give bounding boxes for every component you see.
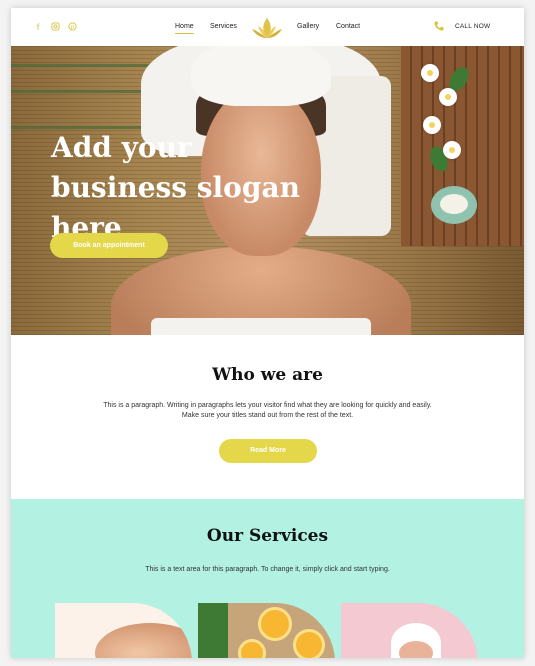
face-photo <box>399 641 433 658</box>
head-towel <box>191 46 331 106</box>
who-we-are-paragraph: This is a paragraph. Writing in paragrap… <box>81 401 454 421</box>
svg-text:p: p <box>71 25 74 31</box>
services-title: Our Services <box>206 526 329 546</box>
orange-slice <box>238 639 266 658</box>
frangipani-flower <box>439 88 457 106</box>
read-more-button[interactable]: Read More <box>219 439 317 463</box>
instagram-icon[interactable] <box>50 22 60 32</box>
nav-services[interactable]: Services <box>210 23 237 30</box>
service-card-image[interactable] <box>198 603 335 658</box>
facebook-icon[interactable]: f <box>33 22 43 32</box>
body-wrap <box>151 318 371 335</box>
services-paragraph: This is a text area for this paragraph. … <box>145 566 390 573</box>
paragraph-line: This is a paragraph. Writing in paragrap… <box>103 402 432 409</box>
nav-home[interactable]: Home <box>175 23 194 34</box>
lotus-logo-icon[interactable] <box>249 16 285 42</box>
who-we-are-title: Who we are <box>212 365 323 385</box>
cream-bowl <box>431 186 477 224</box>
phone-icon[interactable] <box>433 20 445 32</box>
call-now-link[interactable]: CALL NOW <box>455 23 490 30</box>
book-appointment-button[interactable]: Book an appointment <box>50 233 168 258</box>
massage-photo <box>95 623 192 658</box>
orange-slice <box>258 607 292 641</box>
frangipani-flower <box>443 141 461 159</box>
hero-slogan: Add your business slogan here <box>51 131 300 244</box>
service-card-image[interactable] <box>55 603 192 658</box>
orange-slice <box>293 629 325 658</box>
hero-banner: Add your business slogan here Book an ap… <box>11 46 524 335</box>
service-card-image[interactable] <box>341 603 478 658</box>
services-section: Our Services This is a text area for thi… <box>11 499 524 658</box>
nav-gallery[interactable]: Gallery <box>297 23 319 30</box>
paragraph-line: Make sure your titles stand out from the… <box>181 412 354 419</box>
frangipani-flower <box>423 116 441 134</box>
pinterest-icon[interactable]: p <box>67 22 77 32</box>
site-header: f p Home Services Gallery Contact CALL N… <box>11 8 524 46</box>
frangipani-flower <box>421 64 439 82</box>
website-page: f p Home Services Gallery Contact CALL N… <box>11 8 524 658</box>
plant-photo <box>198 603 228 658</box>
nav-contact[interactable]: Contact <box>336 23 360 30</box>
